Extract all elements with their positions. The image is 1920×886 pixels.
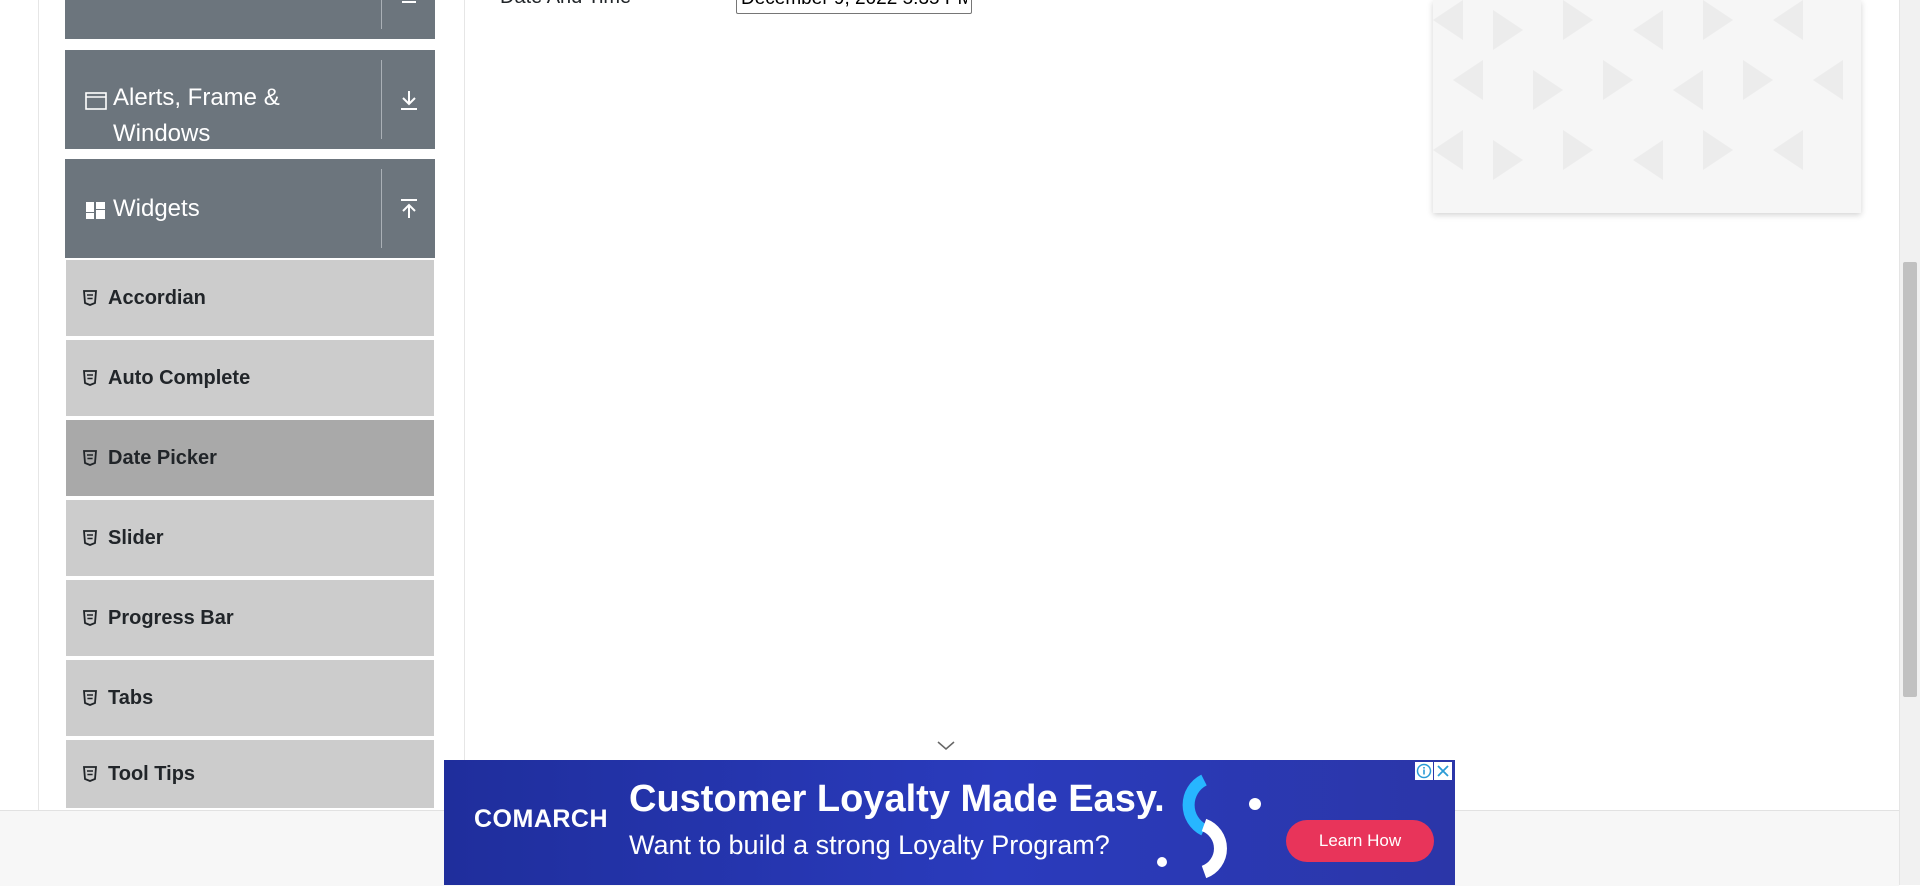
date-time-input[interactable] xyxy=(736,0,972,14)
sidebar-item-slider[interactable]: Slider xyxy=(66,500,434,578)
upload-arrow-icon xyxy=(400,198,417,218)
sidebar-item-label: Accordian xyxy=(108,286,206,309)
html5-shield-icon xyxy=(83,766,97,782)
group-toggle[interactable] xyxy=(382,0,435,39)
html5-shield-icon xyxy=(83,610,97,626)
html5-shield-icon xyxy=(83,450,97,466)
sidebar-item-tabs[interactable]: Tabs xyxy=(66,660,434,738)
html5-shield-icon xyxy=(83,370,97,386)
sidebar-item-tool-tips[interactable]: Tool Tips xyxy=(66,740,434,810)
sidebar-right-border xyxy=(464,0,465,810)
sidebar-item-label: Progress Bar xyxy=(108,606,234,629)
group-title: Alerts, Frame & Windows xyxy=(113,84,280,147)
ad-brand-logo: COMARCH xyxy=(474,805,609,833)
sidebar-item-progress-bar[interactable]: Progress Bar xyxy=(66,580,434,658)
sidebar-item-accordian[interactable]: Accordian xyxy=(66,260,434,338)
sidebar-item-label: Auto Complete xyxy=(108,366,251,389)
sidebar-item-label: Date Picker xyxy=(108,446,217,469)
sidebar-group-alerts-frame-windows[interactable]: Alerts, Frame & Windows xyxy=(65,50,435,149)
html5-shield-icon xyxy=(83,290,97,306)
sidebar-item-auto-complete[interactable]: Auto Complete xyxy=(66,340,434,418)
group-toggle-expand[interactable] xyxy=(382,50,435,149)
sidebar-item-label: Slider xyxy=(108,526,164,549)
sidebar-item-label: Tool Tips xyxy=(108,762,196,785)
scrollbar-thumb[interactable] xyxy=(1903,262,1917,697)
chevron-down-icon[interactable] xyxy=(937,740,955,752)
group-title: Widgets xyxy=(113,195,200,222)
browser-window-icon xyxy=(85,92,107,110)
sidebar-group-widgets[interactable]: Widgets xyxy=(65,159,435,258)
ad-subtext: Want to build a strong Loyalty Program? xyxy=(629,830,1110,860)
group-toggle-collapse[interactable] xyxy=(382,159,435,258)
ad-info-icon[interactable] xyxy=(1415,762,1433,780)
ad-headline: Customer Loyalty Made Easy. xyxy=(629,778,1165,820)
upload-arrow-icon xyxy=(401,0,416,3)
ad-close-icon[interactable] xyxy=(1434,762,1452,780)
date-time-label: Date And Time xyxy=(500,0,631,9)
triangle-pattern xyxy=(1433,0,1843,180)
sidebar-item-label: Tabs xyxy=(108,686,154,709)
download-arrow-icon xyxy=(400,90,417,110)
ad-learn-how-button[interactable]: Learn How xyxy=(1286,820,1434,862)
html5-shield-icon xyxy=(83,530,97,546)
ad-banner[interactable]: COMARCH Customer Loyalty Made Easy. Want… xyxy=(444,760,1455,885)
widgets-grid-icon xyxy=(86,202,105,219)
right-promo-panel xyxy=(1433,0,1861,213)
page-left-border xyxy=(38,0,39,810)
html5-shield-icon xyxy=(83,690,97,706)
sidebar-item-date-picker[interactable]: Date Picker xyxy=(66,420,434,498)
sidebar-group-collapsed-top[interactable] xyxy=(65,0,435,39)
